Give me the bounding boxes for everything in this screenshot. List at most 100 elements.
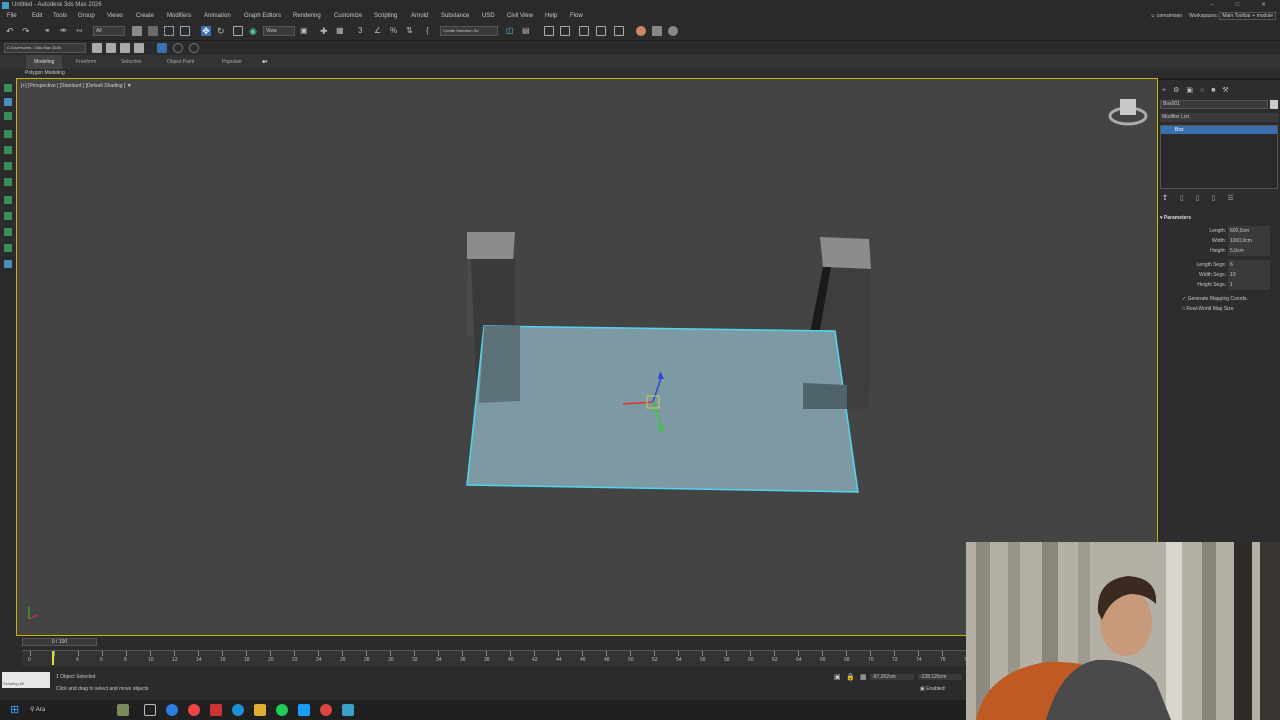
taskbar-search[interactable]: ⚲ Ara <box>30 704 100 716</box>
named-selection-dropdown[interactable]: Create Selection Se <box>440 26 498 36</box>
time-cursor[interactable] <box>52 651 54 665</box>
browser-icon[interactable] <box>232 704 244 716</box>
tab-populate[interactable]: Populate <box>222 55 242 69</box>
user-name[interactable]: cemsimsen <box>1157 13 1182 19</box>
edge-icon[interactable] <box>166 704 178 716</box>
scene-explorer-tab-icon[interactable] <box>4 98 12 106</box>
menu-substance[interactable]: Substance <box>441 11 469 22</box>
height-field[interactable]: 5,0cm <box>1228 246 1270 256</box>
isolate-toggle-icon[interactable]: ▣ <box>834 673 841 681</box>
edit-named-sel-icon[interactable]: { <box>426 26 436 36</box>
helpers-filter-icon[interactable] <box>4 196 12 204</box>
redo-icon[interactable]: ↷ <box>22 26 32 36</box>
menu-modifiers[interactable]: Modifiers <box>167 11 191 22</box>
menu-rendering[interactable]: Rendering <box>293 11 321 22</box>
adaptive-deg-icon[interactable]: ▣ Enabled: <box>920 686 946 692</box>
coord-mode-icon[interactable]: ▦ <box>860 673 867 681</box>
bones-filter-icon[interactable] <box>4 244 12 252</box>
task-view-icon[interactable] <box>144 704 156 716</box>
placement-icon[interactable]: ◉ <box>249 26 259 36</box>
groups-filter-icon[interactable] <box>4 228 12 236</box>
render-setup-icon[interactable] <box>636 26 646 36</box>
window-crossing-icon[interactable] <box>180 26 190 36</box>
menu-tools[interactable]: Tools <box>53 11 67 22</box>
angle-snap-icon[interactable]: ∠ <box>374 26 384 36</box>
parameters-rollout[interactable]: ▾ Parameters <box>1160 214 1278 223</box>
isolate-icon[interactable] <box>173 43 183 53</box>
viewcube-icon[interactable] <box>1108 99 1148 126</box>
ref-coord-dropdown[interactable]: View <box>263 26 295 36</box>
snaps-toggle-icon[interactable]: 3 <box>358 26 368 36</box>
menu-views[interactable]: Views <box>107 11 123 22</box>
select-by-name-icon[interactable] <box>148 26 158 36</box>
tab-modeling[interactable]: Modeling <box>26 55 63 69</box>
curve-editor-icon[interactable] <box>579 26 589 36</box>
scene-explorer-icon[interactable] <box>544 26 554 36</box>
selection-filter-dropdown[interactable]: All <box>93 26 125 36</box>
schematic-view-icon[interactable] <box>596 26 606 36</box>
polygon-modeling-label[interactable]: Polygon Modeling <box>25 70 65 76</box>
lights-filter-icon[interactable] <box>4 162 12 170</box>
lock-icon[interactable]: 🔒 <box>846 673 855 681</box>
track-bar[interactable]: 0246810121416182022242628303234363840424… <box>22 650 970 666</box>
rendered-frame-icon[interactable] <box>652 26 662 36</box>
undo-icon[interactable]: ↶ <box>6 26 16 36</box>
start-icon[interactable]: ⊞ <box>10 704 22 716</box>
gen-mapping-checkbox[interactable]: ✓ Generate Mapping Coords. <box>1160 294 1276 304</box>
cameras-filter-icon[interactable] <box>4 178 12 186</box>
new-scene-icon[interactable] <box>92 43 102 53</box>
opera-icon[interactable] <box>210 704 222 716</box>
real-world-checkbox[interactable]: □ Real-World Map Size <box>1160 304 1276 314</box>
app-icon-2[interactable] <box>320 704 332 716</box>
orbit-icon[interactable] <box>189 43 199 53</box>
project-folder-field[interactable]: C:\Users\cem...\3ds Max 2026 <box>4 43 86 53</box>
stack-tools[interactable]: ❢▯▯▯☰ <box>1162 194 1278 204</box>
rect-selection-icon[interactable] <box>164 26 174 36</box>
save-as-icon[interactable] <box>134 43 144 53</box>
menu-flow[interactable]: Flow <box>570 11 583 22</box>
menu-edit[interactable]: Edit <box>32 11 42 22</box>
percent-snap-icon[interactable]: % <box>390 26 400 36</box>
unlink-icon[interactable]: ⚮ <box>60 26 70 36</box>
y-coordinate[interactable]: -228,126cm <box>918 674 962 680</box>
tab-freeform[interactable]: Freeform <box>76 55 96 69</box>
window-controls[interactable]: – □ ✕ <box>1211 0 1276 11</box>
spotify-icon[interactable] <box>276 704 288 716</box>
menu-help[interactable]: Help <box>545 11 557 22</box>
move-icon[interactable]: ✥ <box>201 26 211 36</box>
command-panel-tabs[interactable]: +⚙▣○■⚒ <box>1162 86 1278 95</box>
select-object-icon[interactable] <box>132 26 142 36</box>
keyboard-shortcut-icon[interactable]: ▦ <box>336 26 346 36</box>
menu-file[interactable]: File <box>7 11 17 22</box>
workspace-select[interactable]: Main Toolbar + module <box>1219 12 1276 20</box>
open-file-icon[interactable] <box>106 43 116 53</box>
stack-item-box[interactable]: Box <box>1161 126 1277 134</box>
ribbon-options-icon[interactable]: ■▾ <box>262 55 268 69</box>
menu-usd[interactable]: USD <box>482 11 495 22</box>
menu-scripting[interactable]: Scripting <box>374 11 397 22</box>
menu-customize[interactable]: Customize <box>334 11 362 22</box>
width-field[interactable]: 1000,0cm <box>1228 236 1270 246</box>
display-filter-icon[interactable] <box>4 112 12 120</box>
object-color-swatch[interactable] <box>1270 100 1278 109</box>
chrome-icon[interactable] <box>188 704 200 716</box>
floor-box[interactable] <box>466 325 859 493</box>
manipulate-icon[interactable]: ✚ <box>320 26 330 36</box>
time-slider[interactable]: 0 / 100 <box>22 638 97 646</box>
menu-animation[interactable]: Animation <box>204 11 231 22</box>
viewport-layout-icon[interactable] <box>157 43 167 53</box>
height-segs-field[interactable]: 1 <box>1228 280 1270 290</box>
scale-icon[interactable] <box>233 26 243 36</box>
tab-selection[interactable]: Selection <box>121 55 142 69</box>
shapes-filter-icon[interactable] <box>4 146 12 154</box>
width-segs-field[interactable]: 10 <box>1228 270 1270 280</box>
layer-explorer-icon[interactable] <box>560 26 570 36</box>
maxscript-listener[interactable]: Scripting Mi <box>2 672 50 688</box>
geometry-filter-icon[interactable] <box>4 130 12 138</box>
menu-graph-editors[interactable]: Graph Editors <box>244 11 281 22</box>
pivot-icon[interactable]: ▣ <box>300 26 310 36</box>
x-coordinate[interactable]: -97,262cm <box>870 674 914 680</box>
rotate-icon[interactable]: ↻ <box>217 26 227 36</box>
widgets-icon[interactable] <box>117 704 129 716</box>
app-icon-1[interactable] <box>298 704 310 716</box>
